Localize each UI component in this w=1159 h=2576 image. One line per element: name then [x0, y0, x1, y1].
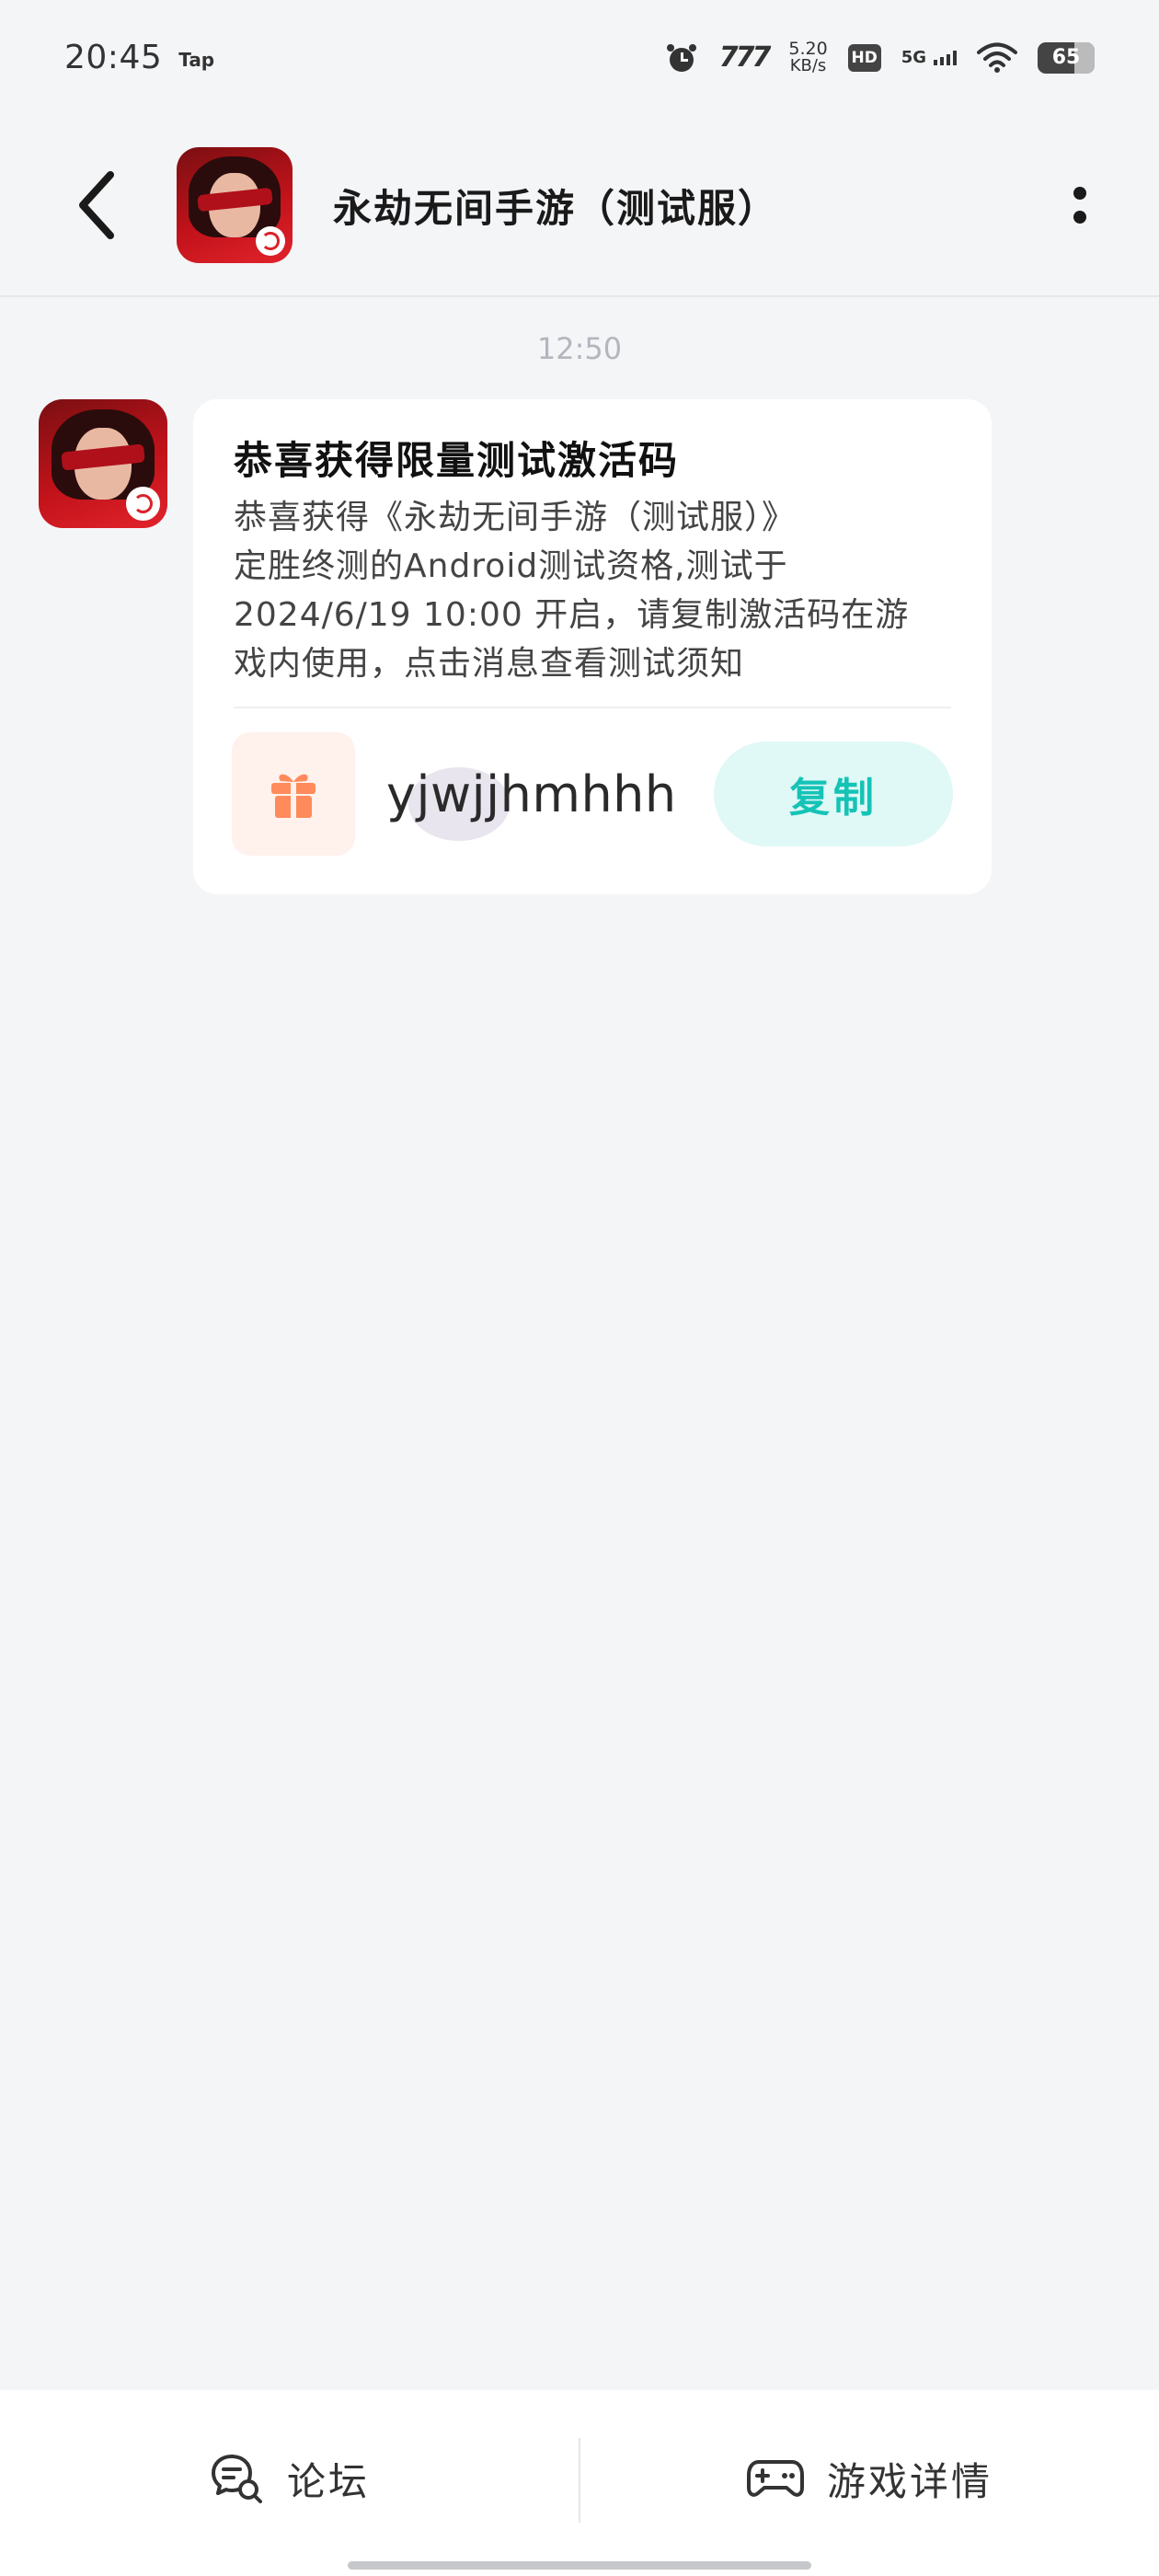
- activation-code-value: yjwjjhmhhh: [386, 765, 677, 823]
- netease-logo-icon: [255, 225, 286, 257]
- game-detail-label: 游戏详情: [826, 2458, 993, 2504]
- message-timestamp: 12:50: [536, 331, 623, 366]
- status-icons: 777 5.20 KB/s HD 5G 65: [664, 40, 1095, 75]
- signal-bars: [934, 50, 957, 65]
- network-speed: 5.20 KB/s: [788, 40, 827, 75]
- activation-code-row: yjwjjhmhhh 复制: [232, 732, 953, 856]
- network-speed-unit: KB/s: [789, 56, 827, 75]
- message-body-line: 定胜终测的Android测试资格,测试于: [234, 547, 788, 585]
- hd-badge: HD: [847, 43, 881, 72]
- message-body-line: 戏内使用，点击消息查看测试须知: [234, 645, 745, 683]
- status-bar: 20:45 Tap 777 5.20 KB/s HD 5G 65: [0, 0, 1159, 115]
- more-dot-icon: [1073, 211, 1086, 224]
- copy-button[interactable]: 复制: [714, 742, 953, 846]
- chat-header: 永劫无间手游（测试服）: [0, 115, 1159, 297]
- more-options-button[interactable]: [1061, 168, 1098, 242]
- message-body: 恭喜获得《永劫无间手游（测试服）》 定胜终测的Android测试资格,测试于 2…: [234, 493, 951, 688]
- cellular-signal-icon: 5G: [901, 47, 957, 67]
- taptap-notification-icon: Tap: [178, 48, 215, 71]
- divider: [234, 707, 951, 708]
- forum-label: 论坛: [286, 2458, 370, 2504]
- wifi-icon: [977, 42, 1017, 74]
- game-detail-button[interactable]: 游戏详情: [580, 2390, 1159, 2567]
- network-type-label: 5G: [901, 47, 926, 67]
- gift-icon: [232, 732, 355, 856]
- game-avatar[interactable]: [177, 147, 293, 263]
- message-body-line: 恭喜获得《永劫无间手游（测试服）》: [234, 499, 797, 536]
- forum-chat-icon: [211, 2455, 262, 2503]
- activation-code-message[interactable]: 恭喜获得限量测试激活码 恭喜获得《永劫无间手游（测试服）》 定胜终测的Andro…: [193, 399, 992, 894]
- gamepad-icon: [746, 2460, 804, 2497]
- alarm-icon: [664, 40, 699, 75]
- status-time: 20:45: [64, 39, 163, 76]
- screen: 20:45 Tap 777 5.20 KB/s HD 5G 65 永劫无间手游（…: [0, 0, 1159, 2576]
- battery-icon: 65: [1038, 41, 1095, 74]
- bottom-divider: [579, 2438, 580, 2523]
- more-dot-icon: [1073, 187, 1086, 200]
- netease-logo-icon: [126, 487, 160, 521]
- activation-code[interactable]: yjwjjhmhhh: [386, 765, 677, 841]
- back-button[interactable]: [55, 164, 138, 247]
- back-arrow-icon: [79, 171, 114, 239]
- sender-avatar[interactable]: [39, 399, 167, 528]
- page-title: 永劫无间手游（测试服）: [333, 185, 779, 231]
- battery-level: 65: [1051, 46, 1081, 69]
- message-title: 恭喜获得限量测试激活码: [234, 438, 680, 483]
- speed-app-icon: 777: [718, 41, 772, 74]
- home-indicator[interactable]: [348, 2561, 811, 2570]
- message-body-line: 2024/6/19 10:00 开启，请复制激活码在游: [234, 596, 910, 634]
- forum-button[interactable]: 论坛: [0, 2390, 580, 2567]
- bottom-bar: 论坛 游戏详情: [0, 2390, 1159, 2576]
